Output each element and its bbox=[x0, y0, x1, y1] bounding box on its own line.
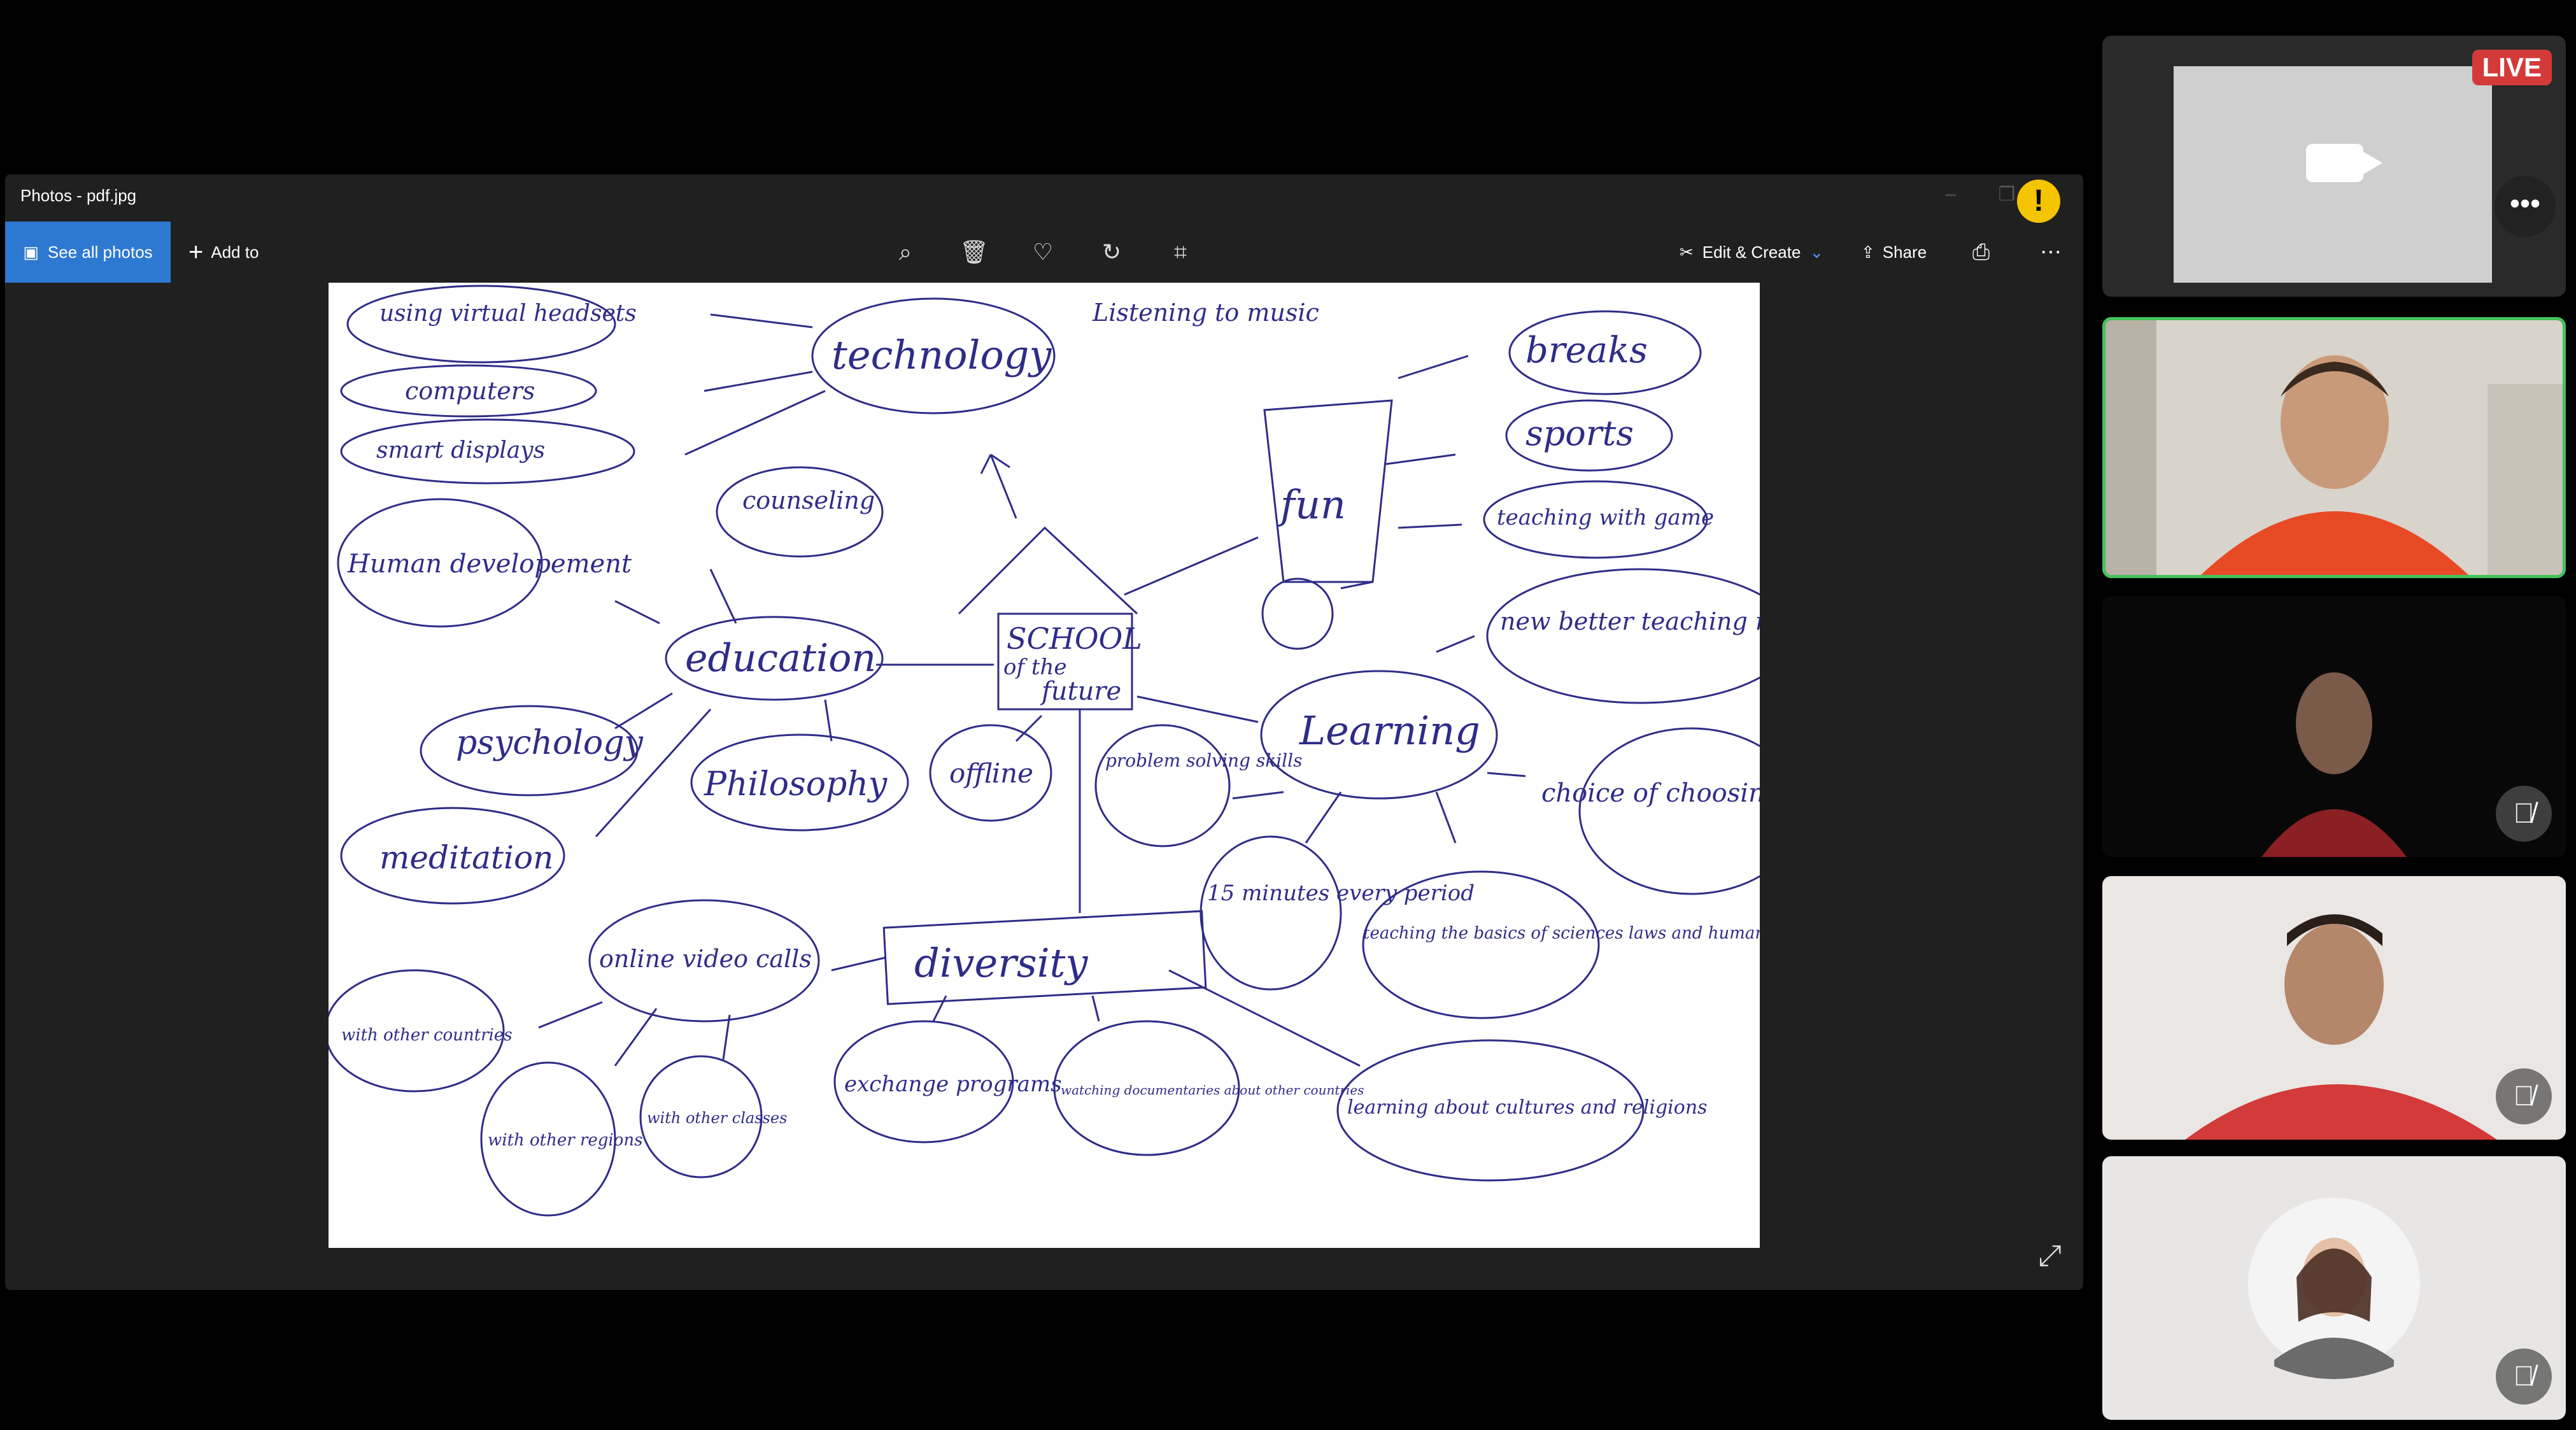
node-human-developement: Human developement bbox=[347, 549, 632, 579]
node-exchange-programs: exchange programs bbox=[844, 1072, 1062, 1097]
crop-icon[interactable]: ⌗ bbox=[1165, 239, 1196, 266]
node-problem-solving: problem solving skills bbox=[1105, 750, 1302, 771]
mic-muted-icon: 🎙̸ bbox=[2496, 786, 2552, 842]
mindmap-drawing: SCHOOL of the future technology using vi… bbox=[329, 285, 1760, 1217]
node-technology: technology bbox=[832, 332, 1052, 378]
edit-icon: ✂ bbox=[1680, 242, 1694, 262]
more-icon[interactable]: ⋯ bbox=[2040, 222, 2063, 283]
image-tools: ⌕ 🗑 ♡ ↻ ⌗ bbox=[890, 222, 1196, 283]
presenter-screen-tile[interactable]: LIVE ••• bbox=[2102, 36, 2566, 297]
node-online-video-calls: online video calls bbox=[599, 945, 812, 973]
node-with-other-countries: with other countries bbox=[341, 1026, 513, 1045]
participant-video-tile[interactable]: 🎙̸ bbox=[2102, 876, 2566, 1140]
see-all-photos-button[interactable]: ▣ See all photos bbox=[5, 222, 171, 283]
photos-app-window: Photos - pdf.jpg – ❐ ! ▣ See all photos … bbox=[5, 174, 2083, 1290]
restore-icon[interactable]: ❐ bbox=[1994, 183, 2020, 206]
center-line-1: SCHOOL bbox=[1007, 621, 1142, 656]
favorite-icon[interactable]: ♡ bbox=[1028, 239, 1058, 265]
node-15-minutes: 15 minutes every period bbox=[1207, 881, 1475, 906]
photos-toolbar: ▣ See all photos + Add to ⌕ 🗑 ♡ ↻ ⌗ ✂ Ed… bbox=[5, 222, 2083, 283]
participant-avatar-tile[interactable]: 🎙̸ bbox=[2102, 1156, 2566, 1420]
center-line-2: of the bbox=[1003, 655, 1067, 680]
node-teaching-basics: teaching the basics of sciences laws and… bbox=[1363, 924, 1760, 943]
node-philosophy: Philosophy bbox=[704, 765, 888, 803]
plus-icon: + bbox=[188, 237, 204, 266]
see-all-label: See all photos bbox=[47, 242, 153, 262]
node-psychology: psychology bbox=[456, 724, 643, 762]
node-sports: sports bbox=[1525, 413, 1634, 453]
node-listening-to-music: Listening to music bbox=[1092, 299, 1319, 327]
window-controls: – ❐ bbox=[1938, 183, 2020, 206]
center-line-3: future bbox=[1040, 677, 1121, 706]
live-badge: LIVE bbox=[2472, 50, 2552, 85]
participant-video-tile[interactable] bbox=[2102, 317, 2566, 578]
node-diversity: diversity bbox=[914, 940, 1088, 986]
more-options-icon[interactable]: ••• bbox=[2495, 176, 2556, 237]
zoom-in-icon[interactable]: ⌕ bbox=[890, 239, 921, 266]
minimize-icon[interactable]: – bbox=[1938, 183, 1964, 206]
participant-video bbox=[2105, 320, 2563, 575]
window-title: Photos - pdf.jpg bbox=[20, 185, 137, 205]
node-using-virtual-headsets: using virtual headsets bbox=[379, 301, 637, 327]
node-breaks: breaks bbox=[1525, 330, 1648, 371]
node-learning-cultures: learning about cultures and religions bbox=[1347, 1096, 1708, 1119]
node-learning: Learning bbox=[1299, 707, 1480, 754]
node-smart-displays: smart displays bbox=[376, 437, 545, 464]
print-icon[interactable]: ⎙ bbox=[1972, 222, 1990, 283]
node-education: education bbox=[685, 636, 876, 681]
share-button[interactable]: ⇪ Share bbox=[1861, 222, 1927, 283]
chevron-down-icon: ⌄ bbox=[1809, 242, 1824, 262]
photo-canvas: SCHOOL of the future technology using vi… bbox=[329, 283, 1760, 1248]
rotate-icon[interactable]: ↻ bbox=[1096, 239, 1127, 265]
node-fun: fun bbox=[1278, 481, 1346, 528]
participant-video-tile[interactable]: 🎙̸ bbox=[2102, 596, 2566, 857]
node-with-other-regions: with other regions bbox=[488, 1131, 642, 1150]
node-watching-documentaries: watching documentaries about other count… bbox=[1061, 1082, 1364, 1098]
node-new-teaching-methods: new better teaching methods bbox=[1500, 607, 1760, 635]
share-label: Share bbox=[1882, 242, 1927, 262]
add-to-button[interactable]: + Add to bbox=[188, 222, 259, 283]
mic-muted-icon: 🎙̸ bbox=[2496, 1068, 2552, 1124]
edit-create-label: Edit & Create bbox=[1702, 242, 1801, 262]
warning-icon[interactable]: ! bbox=[2017, 180, 2060, 223]
expand-icon[interactable]: ⤢ bbox=[2038, 1238, 2062, 1273]
photos-icon: ▣ bbox=[23, 242, 39, 262]
mic-muted-icon: 🎙̸ bbox=[2496, 1349, 2552, 1405]
node-meditation: meditation bbox=[379, 839, 553, 876]
camera-icon bbox=[2306, 144, 2382, 182]
add-to-label: Add to bbox=[211, 242, 259, 262]
delete-icon[interactable]: 🗑 bbox=[959, 239, 989, 265]
edit-create-button[interactable]: ✂ Edit & Create ⌄ bbox=[1680, 222, 1823, 283]
node-offline: offline bbox=[949, 758, 1033, 789]
node-teaching-with-game: teaching with game bbox=[1497, 505, 1714, 530]
node-with-other-classes: with other classes bbox=[647, 1109, 787, 1127]
node-counseling: counseling bbox=[742, 486, 875, 514]
node-computers: computers bbox=[405, 377, 535, 405]
title-bar: Photos - pdf.jpg – ❐ ! bbox=[5, 174, 2083, 223]
node-choice-of-learning: choice of choosing what to learn bbox=[1541, 779, 1760, 808]
share-icon: ⇪ bbox=[1861, 242, 1875, 262]
